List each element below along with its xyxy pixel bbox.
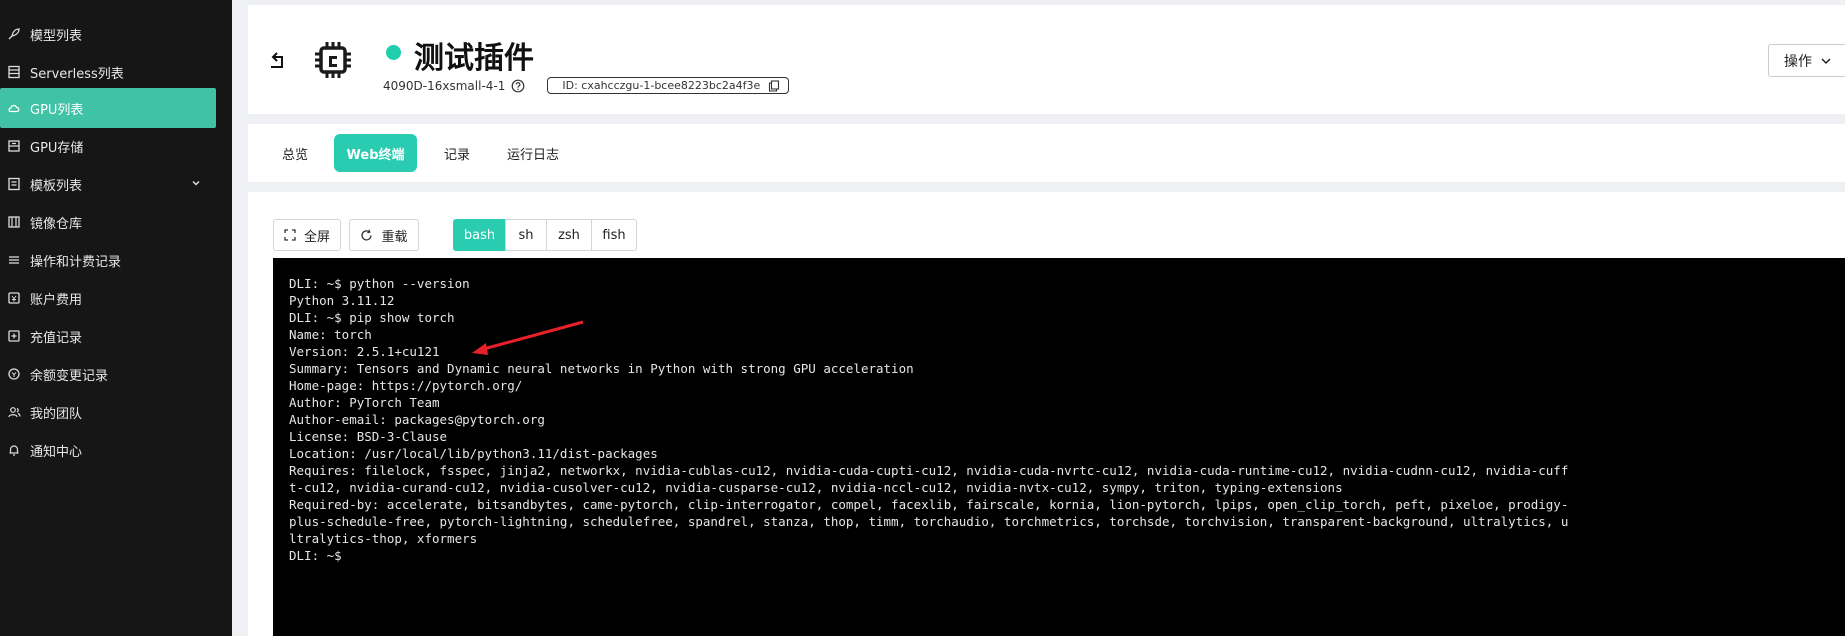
sidebar-item-serverless-list[interactable]: Serverless列表 [0,52,216,92]
shell-option-fish[interactable]: fish [591,219,637,251]
shell-selector: bash sh zsh fish [453,219,637,251]
image-repo-icon [6,214,22,230]
rocket-icon [6,26,22,42]
sidebar-item-label: Serverless列表 [30,66,124,82]
sidebar-item-label: 余额变更记录 [30,368,109,384]
help-icon[interactable] [511,79,525,93]
sidebar-item-label: GPU存储 [30,140,84,156]
template-icon [6,176,22,192]
terminal-line: DLI: ~$ python --version [289,276,470,291]
reload-button[interactable]: 重载 [349,219,419,251]
terminal-line: Author-email: packages@pytorch.org [289,412,545,427]
account-fee-icon [6,290,22,306]
chevron-down-icon [1821,57,1831,64]
shell-option-zsh[interactable]: zsh [546,219,592,251]
sidebar: 模型列表 Serverless列表 GPU列表 GPU存储 模板列表 镜像仓库 … [0,0,232,636]
chevron-down-icon [190,177,202,193]
tab-run-logs[interactable]: 运行日志 [498,134,568,172]
copy-icon[interactable] [768,79,780,92]
sidebar-item-label: 模板列表 [30,178,83,194]
bell-icon [6,442,22,458]
tab-web-terminal[interactable]: Web终端 [334,134,417,172]
operations-label: 操作 [1784,53,1812,70]
reload-icon [361,229,373,240]
instance-type: 4090D-16xsmall-4-1 [383,78,506,93]
terminal-line: Summary: Tensors and Dynamic neural netw… [289,361,914,376]
terminal-line: Name: torch [289,327,372,342]
billing-record-icon [6,252,22,268]
terminal-line: ltralytics-thop, xformers [289,531,478,546]
tab-overview[interactable]: 总览 [270,134,320,172]
balance-change-icon [6,366,22,382]
terminal-line: Location: /usr/local/lib/python3.11/dist… [289,446,658,461]
sidebar-item-label: 模型列表 [30,28,83,44]
back-arrow-icon [271,52,283,68]
shell-option-sh[interactable]: sh [505,219,547,251]
terminal-line: Required-by: accelerate, bitsandbytes, c… [289,497,1569,512]
reload-label: 重载 [381,229,408,245]
sidebar-item-label: GPU列表 [30,102,84,118]
sidebar-item-recharge-records[interactable]: 充值记录 [0,316,216,356]
fullscreen-icon [284,229,296,241]
fullscreen-label: 全屏 [303,229,330,245]
sidebar-item-billing-records[interactable]: 操作和计费记录 [0,240,216,280]
terminal-screen[interactable]: DLI: ~$ python --version Python 3.11.12 … [273,258,1845,636]
sidebar-item-gpu-list[interactable]: GPU列表 [0,88,216,128]
terminal-line: Author: PyTorch Team [289,395,440,410]
sidebar-item-label: 通知中心 [30,444,83,460]
sidebar-item-label: 镜像仓库 [30,216,83,232]
sidebar-item-my-team[interactable]: 我的团队 [0,392,216,432]
page-title: 测试插件 [414,41,534,76]
terminal-line: Python 3.11.12 [289,293,395,308]
sidebar-item-label: 我的团队 [30,406,83,422]
status-indicator [386,45,401,60]
instance-meta: 4090D-16xsmall-4-1 ID: cxahcczgu-1-bcee8… [383,77,790,94]
recharge-icon [6,328,22,344]
sidebar-item-image-repo[interactable]: 镜像仓库 [0,202,216,242]
tab-records[interactable]: 记录 [432,134,482,172]
instance-header: 测试插件 4090D-16xsmall-4-1 ID: cxahcczgu-1-… [248,5,1845,114]
operations-dropdown[interactable]: 操作 [1768,44,1845,77]
terminal-line: License: BSD-3-Clause [289,429,448,444]
sidebar-item-gpu-storage[interactable]: GPU存储 [0,126,216,166]
terminal-line: Home-page: https://pytorch.org/ [289,378,523,393]
sidebar-item-label: 操作和计费记录 [30,254,122,270]
terminal-line: DLI: ~$ [289,548,350,563]
sidebar-item-label: 充值记录 [30,330,83,346]
terminal-line: plus-schedule-free, pytorch-lightning, s… [289,514,1569,529]
instance-id: ID: cxahcczgu-1-bcee8223bc2a4f3e [562,79,761,92]
terminal-line: Requires: filelock, fsspec, jinja2, netw… [289,463,1569,478]
layout-gutter [232,0,248,636]
sidebar-item-model-list[interactable]: 模型列表 [0,14,216,54]
sidebar-item-balance-changes[interactable]: 余额变更记录 [0,354,216,394]
instance-id-box: ID: cxahcczgu-1-bcee8223bc2a4f3e [547,77,790,94]
chip-icon [312,39,354,81]
sidebar-item-notifications[interactable]: 通知中心 [0,430,216,470]
terminal-line: DLI: ~$ pip show torch [289,310,455,325]
team-icon [6,404,22,420]
terminal-line: t-cu12, nvidia-curand-cu12, nvidia-cusol… [289,480,1343,495]
storage-icon [6,138,22,154]
tab-bar: 总览 Web终端 记录 运行日志 [248,124,1845,182]
back-button[interactable] [268,49,290,71]
sidebar-item-account-fees[interactable]: 账户费用 [0,278,216,318]
cloud-icon [6,100,22,116]
fullscreen-button[interactable]: 全屏 [273,219,341,251]
server-list-icon [6,64,22,80]
sidebar-item-label: 账户费用 [30,292,83,308]
terminal-line: Version: 2.5.1+cu121 [289,344,440,359]
sidebar-item-template-list[interactable]: 模板列表 [0,164,216,204]
shell-option-bash[interactable]: bash [453,219,506,251]
